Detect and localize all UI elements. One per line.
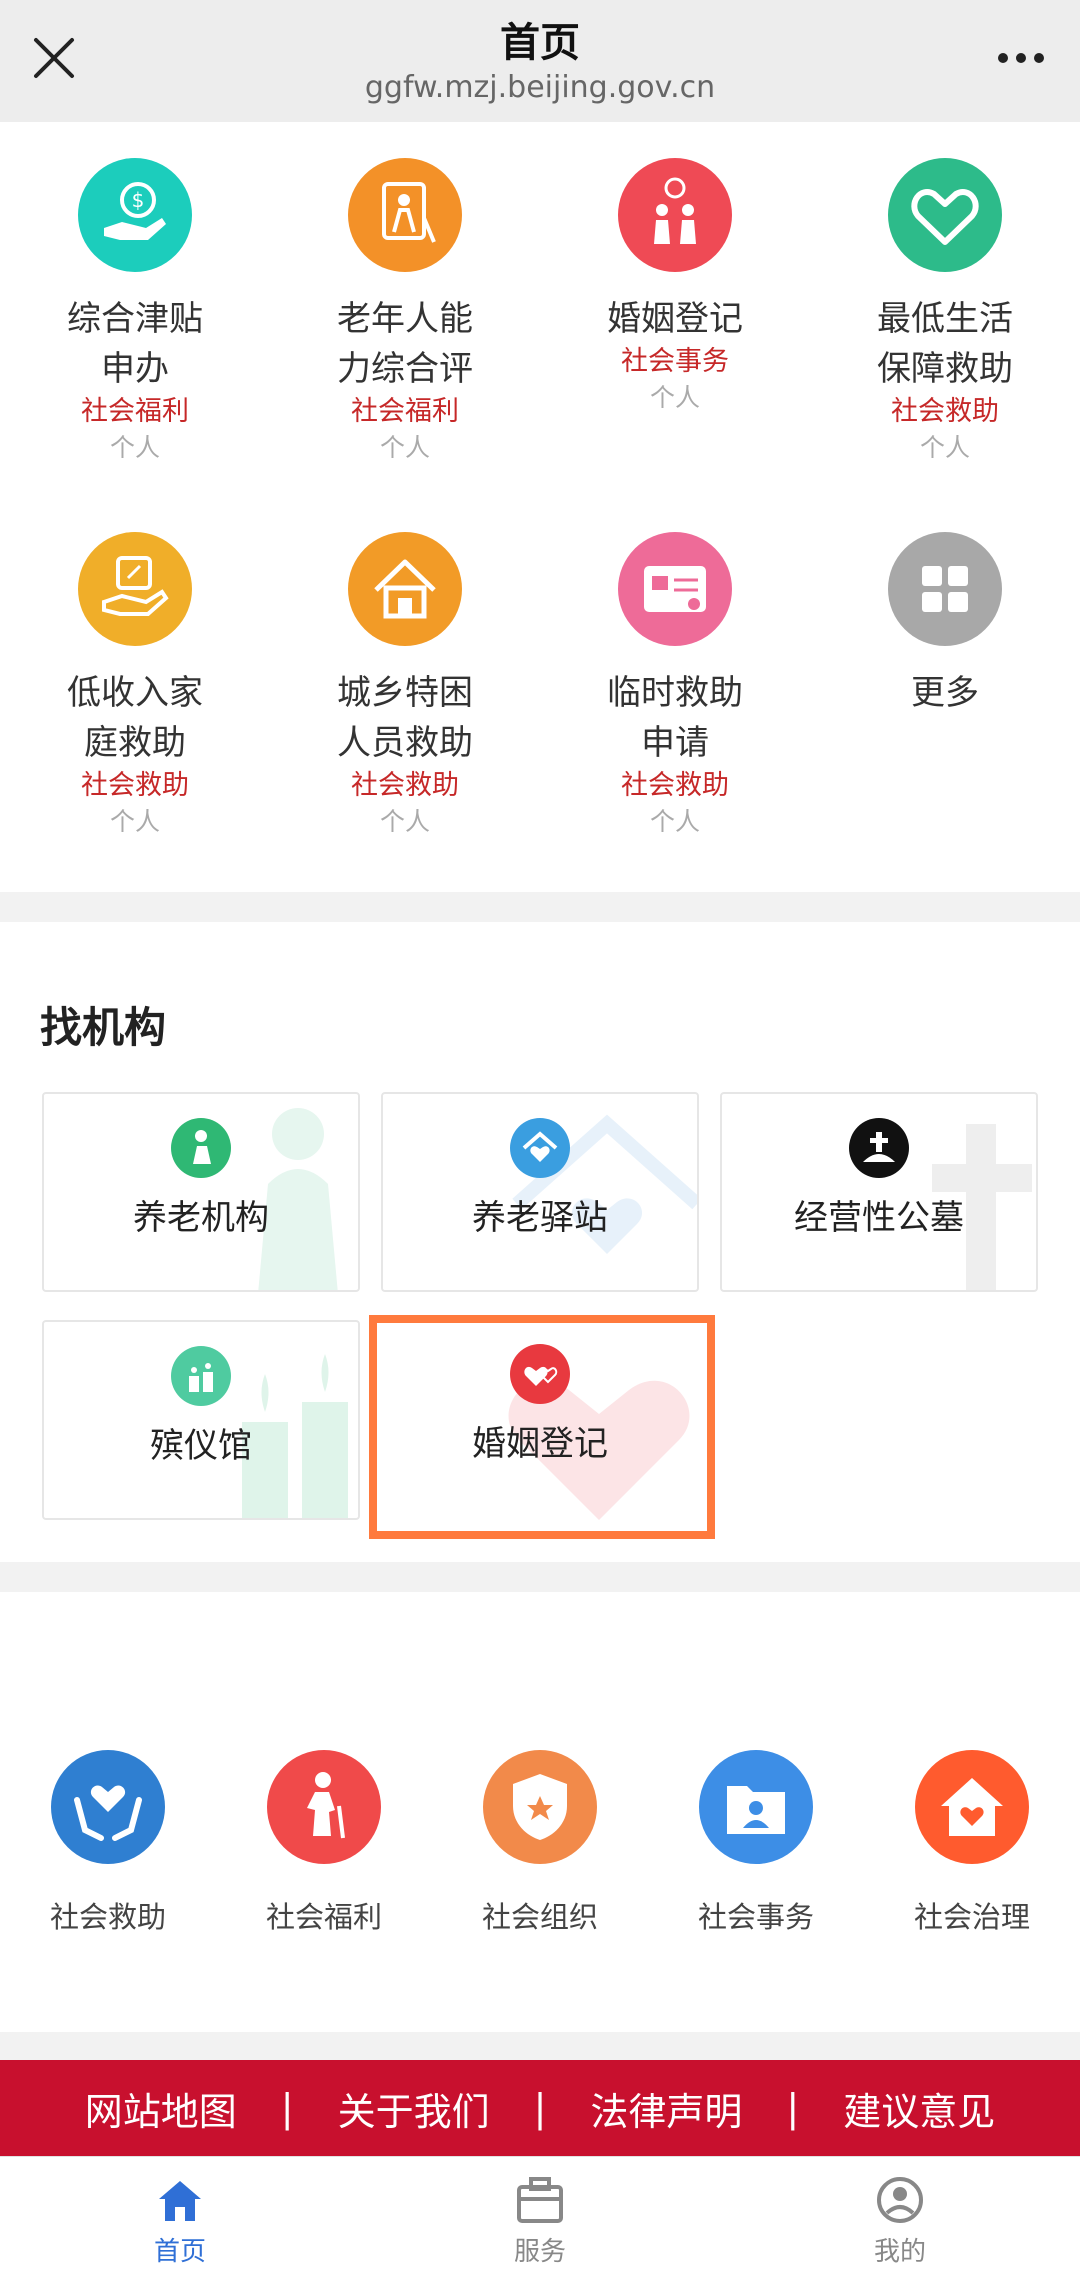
service-category: 社会救助 [891, 396, 999, 427]
service-name: 最低生活保障救助 [877, 299, 1013, 389]
service-category: 社会救助 [621, 770, 729, 801]
category-label: 社会救助 [49, 1900, 166, 1934]
institution-card-elderly-station[interactable]: 养老驿站 [381, 1092, 699, 1292]
service-item[interactable]: 临时救助申请 社会救助 个人 [540, 532, 810, 840]
category-label: 社会治理 [913, 1900, 1030, 1934]
category-social-affairs[interactable]: 社会事务 [648, 1750, 864, 1936]
footer-link-legal[interactable]: 法律声明 [590, 2081, 742, 2136]
selection-highlight [369, 1315, 715, 1539]
service-item[interactable]: $ 综合津贴申办 社会福利 个人 [0, 158, 270, 466]
elderly-cane-icon [267, 1750, 381, 1864]
footer-link-sitemap[interactable]: 网站地图 [85, 2081, 237, 2136]
service-grid: $ 综合津贴申办 社会福利 个人 老年人能力综合评 社会福利 个人 婚姻登记 社… [0, 122, 1080, 892]
category-label: 社会事务 [697, 1900, 814, 1934]
service-name: 老年人能力综合评 [337, 299, 473, 389]
user-icon [877, 2177, 923, 2223]
service-audience: 个人 [649, 383, 700, 412]
more-button[interactable] [986, 30, 1056, 86]
category-social-welfare[interactable]: 社会福利 [216, 1750, 432, 1936]
service-category: 社会福利 [81, 396, 189, 427]
category-label: 社会组织 [481, 1900, 598, 1934]
house-heart-icon [510, 1118, 570, 1178]
form-hand-icon [78, 532, 192, 646]
footer-separator: | [280, 2086, 294, 2130]
more-services-button[interactable]: 更多 [810, 532, 1080, 718]
shield-star-icon [483, 1750, 597, 1864]
institution-label: 养老驿站 [472, 1198, 608, 1238]
folder-person-icon [699, 1750, 813, 1864]
service-audience: 个人 [649, 807, 700, 836]
elderly-icon [171, 1118, 231, 1178]
bottom-navigation: 首页 服务 我的 [0, 2156, 1080, 2288]
category-row: 社会救助 社会福利 社会组织 社会事务 社会治理 [0, 1592, 1080, 2032]
money-hand-icon: $ [78, 158, 192, 272]
heart-hand-icon [888, 158, 1002, 272]
service-item[interactable]: 婚姻登记 社会事务 个人 [540, 158, 810, 416]
section-title: 找机构 [40, 1003, 167, 1052]
service-category: 社会救助 [351, 770, 459, 801]
more-dots-icon [998, 53, 1044, 63]
service-item[interactable]: 老年人能力综合评 社会福利 个人 [270, 158, 540, 466]
home-heart-icon [915, 1750, 1029, 1864]
briefcase-icon [517, 2177, 563, 2223]
footer-separator: | [533, 2086, 547, 2130]
nav-item-profile[interactable]: 我的 [820, 2175, 980, 2268]
service-item[interactable]: 城乡特困人员救助 社会救助 个人 [270, 532, 540, 840]
page-url: ggfw.mzj.beijing.gov.cn [364, 70, 716, 105]
nav-item-services[interactable]: 服务 [460, 2175, 620, 2268]
service-name: 更多 [911, 673, 979, 713]
service-category: 社会福利 [351, 396, 459, 427]
institution-card-cemetery[interactable]: 经营性公墓 [720, 1092, 1038, 1292]
service-name: 婚姻登记 [607, 299, 743, 339]
grid-icon [888, 532, 1002, 646]
institution-label: 殡仪馆 [150, 1426, 252, 1466]
elderly-assessment-icon [348, 158, 462, 272]
candle-icon [171, 1346, 231, 1406]
house-icon [348, 532, 462, 646]
footer-links-bar: 网站地图 | 关于我们 | 法律声明 | 建议意见 [0, 2060, 1080, 2156]
footer-separator: | [786, 2086, 800, 2130]
couple-icon [618, 158, 732, 272]
service-category: 社会救助 [81, 770, 189, 801]
category-label: 社会福利 [265, 1900, 382, 1934]
institution-card-funeral-home[interactable]: 殡仪馆 [42, 1320, 360, 1520]
service-name: 城乡特困人员救助 [337, 673, 473, 763]
category-social-assistance[interactable]: 社会救助 [0, 1750, 216, 1936]
category-social-organization[interactable]: 社会组织 [432, 1750, 648, 1936]
service-name: 低收入家庭救助 [67, 673, 203, 763]
svg-text:$: $ [132, 188, 145, 212]
nav-label: 服务 [513, 2237, 566, 2267]
service-item[interactable]: 最低生活保障救助 社会救助 个人 [810, 158, 1080, 466]
title-bar: 首页 ggfw.mzj.beijing.gov.cn [0, 0, 1080, 122]
service-audience: 个人 [379, 807, 430, 836]
footer-link-about[interactable]: 关于我们 [338, 2081, 490, 2136]
service-category: 社会事务 [621, 346, 729, 377]
service-item[interactable]: 低收入家庭救助 社会救助 个人 [0, 532, 270, 840]
page-title: 首页 [500, 20, 580, 66]
nav-label: 首页 [153, 2237, 206, 2267]
service-name: 综合津贴申办 [67, 299, 203, 389]
service-audience: 个人 [379, 433, 430, 462]
institution-label: 经营性公墓 [794, 1198, 964, 1238]
category-social-governance[interactable]: 社会治理 [864, 1750, 1080, 1936]
nav-item-home[interactable]: 首页 [100, 2175, 260, 2268]
cemetery-icon [849, 1118, 909, 1178]
footer-link-feedback[interactable]: 建议意见 [843, 2081, 995, 2136]
heart-hands-icon [51, 1750, 165, 1864]
institution-card-elderly-care[interactable]: 养老机构 [42, 1092, 360, 1292]
service-audience: 个人 [919, 433, 970, 462]
id-card-icon [618, 532, 732, 646]
nav-label: 我的 [873, 2237, 926, 2267]
institution-label: 养老机构 [133, 1198, 269, 1238]
service-audience: 个人 [109, 433, 160, 462]
service-name: 临时救助申请 [607, 673, 743, 763]
home-icon [159, 2181, 201, 2221]
service-audience: 个人 [109, 807, 160, 836]
